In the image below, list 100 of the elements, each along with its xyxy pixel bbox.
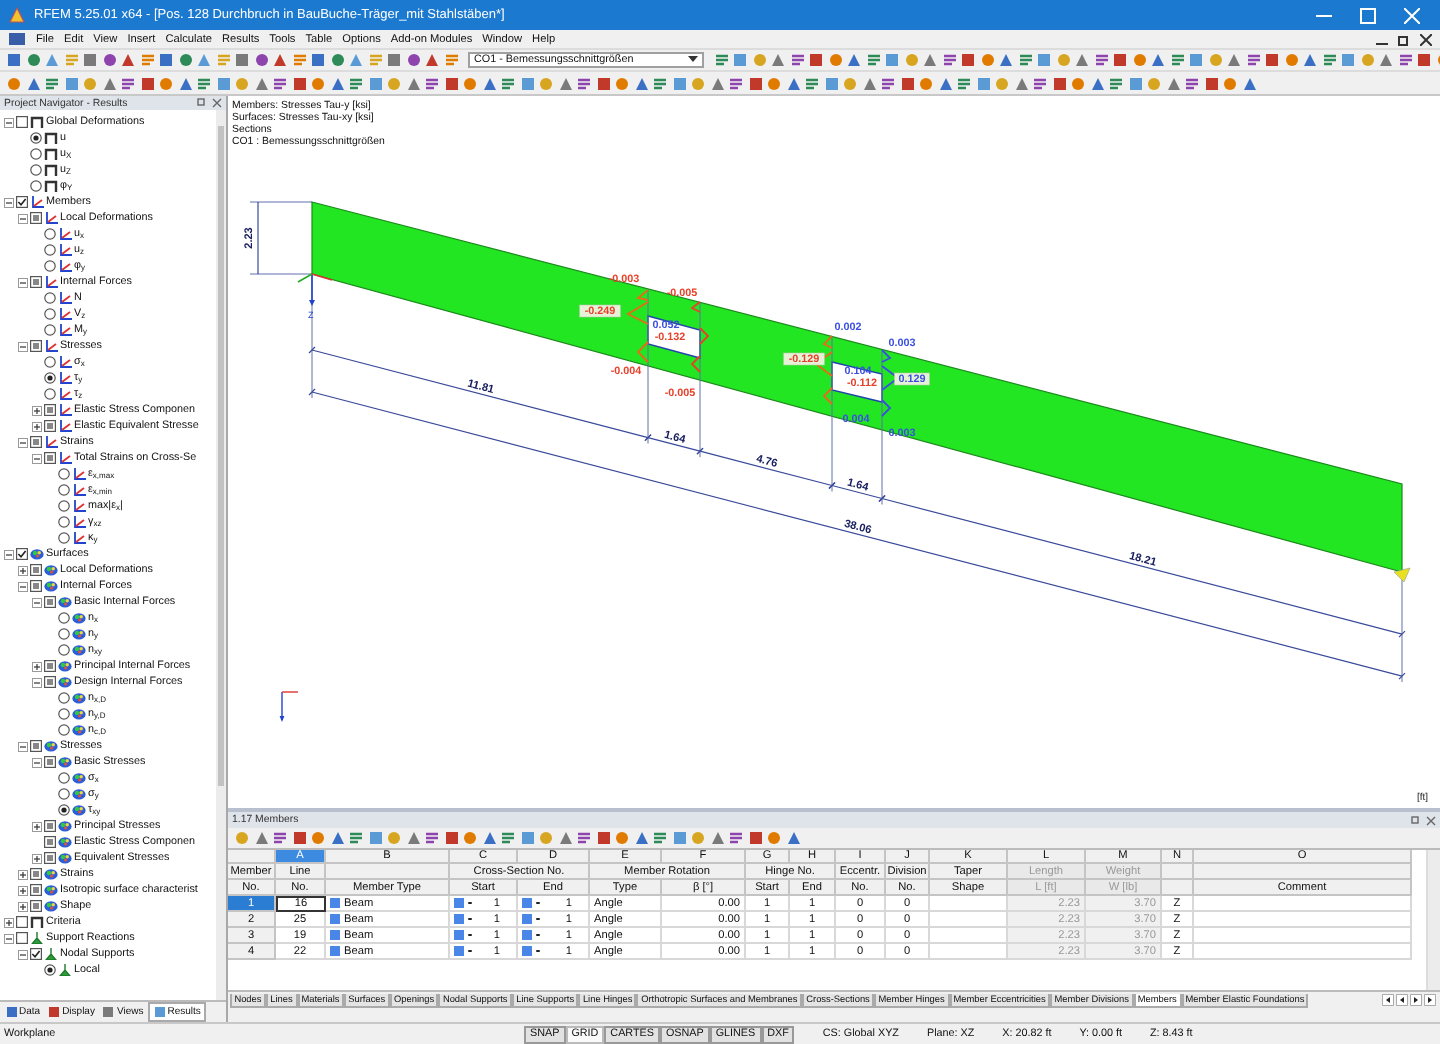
toolbar-icon[interactable] (348, 830, 364, 846)
toolbar-icon[interactable] (1397, 52, 1413, 68)
checkbox[interactable] (44, 756, 56, 768)
radio-button[interactable] (58, 612, 70, 624)
expander-icon[interactable] (32, 853, 42, 863)
toolbar-icon[interactable] (1032, 75, 1048, 91)
toolbar-icon[interactable] (1184, 75, 1200, 91)
expander-icon[interactable] (18, 213, 28, 223)
checkbox[interactable] (30, 340, 42, 352)
toolbar-icon[interactable] (1093, 52, 1109, 68)
checkbox[interactable] (44, 852, 56, 864)
checkbox[interactable] (30, 948, 42, 960)
radio-button[interactable] (44, 308, 56, 320)
checkbox[interactable] (16, 916, 28, 928)
document-icon[interactable] (8, 32, 26, 46)
radio-button[interactable] (44, 324, 56, 336)
tab-scroll-icon[interactable] (1424, 994, 1436, 1006)
checkbox[interactable] (30, 564, 42, 576)
expander-icon[interactable] (18, 565, 28, 575)
radio-button[interactable] (44, 228, 56, 240)
radio-button[interactable] (58, 724, 70, 736)
checkbox[interactable] (30, 740, 42, 752)
expander-icon[interactable] (32, 661, 42, 671)
restore-icon[interactable] (1398, 33, 1410, 45)
toolbar-icon[interactable] (941, 52, 957, 68)
toolbar-icon[interactable] (500, 75, 516, 91)
radio-button[interactable] (58, 692, 70, 704)
expander-icon[interactable] (18, 741, 28, 751)
checkbox[interactable] (16, 196, 28, 208)
checkbox[interactable] (44, 596, 56, 608)
scrollbar[interactable] (216, 110, 226, 1000)
expander-icon[interactable] (18, 581, 28, 591)
expander-icon[interactable] (32, 453, 42, 463)
radio-button[interactable] (30, 148, 42, 160)
checkbox[interactable] (44, 676, 56, 688)
expander-icon[interactable] (18, 341, 28, 351)
tab-scroll-icon[interactable] (1410, 994, 1422, 1006)
toolbar-icon[interactable] (500, 830, 516, 846)
toolbar-icon[interactable] (728, 75, 744, 91)
radio-button[interactable] (44, 292, 56, 304)
radio-button[interactable] (58, 708, 70, 720)
expander-icon[interactable] (4, 197, 14, 207)
toolbar-icon[interactable] (1169, 52, 1185, 68)
toolbar-icon[interactable] (652, 830, 668, 846)
toolbar-icon[interactable] (789, 52, 805, 68)
toolbar-icon[interactable] (576, 830, 592, 846)
tab-scroll-icon[interactable] (1382, 994, 1394, 1006)
expander-icon[interactable] (32, 757, 42, 767)
checkbox[interactable] (30, 276, 42, 288)
pin-icon[interactable] (196, 98, 206, 108)
radio-button[interactable] (58, 468, 70, 480)
expander-icon[interactable] (32, 821, 42, 831)
toolbar-icon[interactable] (1017, 52, 1033, 68)
radio-button[interactable] (58, 804, 70, 816)
checkbox[interactable] (30, 900, 42, 912)
expander-icon[interactable] (18, 277, 28, 287)
checkbox[interactable] (30, 868, 42, 880)
expander-icon[interactable] (18, 869, 28, 879)
expander-icon[interactable] (4, 933, 14, 943)
toolbar-icon[interactable] (291, 52, 307, 68)
radio-button[interactable] (44, 372, 56, 384)
checkbox[interactable] (30, 580, 42, 592)
toolbar-icon[interactable] (804, 75, 820, 91)
checkbox[interactable] (44, 836, 56, 848)
radio-button[interactable] (30, 132, 42, 144)
radio-button[interactable] (30, 180, 42, 192)
toolbar-icon[interactable] (880, 75, 896, 91)
close-icon[interactable] (1420, 33, 1432, 45)
toolbar-icon[interactable] (272, 75, 288, 91)
expander-icon[interactable] (18, 901, 28, 911)
radio-button[interactable] (58, 516, 70, 528)
radio-button[interactable] (58, 644, 70, 656)
toolbar-icon[interactable] (713, 52, 729, 68)
radio-button[interactable] (58, 772, 70, 784)
toolbar-icon[interactable] (424, 830, 440, 846)
checkbox[interactable] (44, 660, 56, 672)
expander-icon[interactable] (32, 677, 42, 687)
radio-button[interactable] (58, 500, 70, 512)
radio-button[interactable] (44, 964, 56, 976)
checkbox[interactable] (44, 452, 56, 464)
pin-icon[interactable] (1410, 815, 1420, 825)
checkbox[interactable] (44, 404, 56, 416)
expander-icon[interactable] (32, 597, 42, 607)
radio-button[interactable] (30, 164, 42, 176)
radio-button[interactable] (44, 356, 56, 368)
toolbar-icon[interactable] (865, 52, 881, 68)
expander-icon[interactable] (18, 437, 28, 447)
expander-icon[interactable] (32, 405, 42, 415)
expander-icon[interactable] (4, 917, 14, 927)
toolbar-icon[interactable] (576, 75, 592, 91)
toolbar-icon[interactable] (139, 52, 155, 68)
checkbox[interactable] (30, 212, 42, 224)
tab-scroll-icon[interactable] (1396, 994, 1408, 1006)
expander-icon[interactable] (4, 549, 14, 559)
scrollbar[interactable] (1426, 850, 1440, 990)
maximize-icon[interactable] (1360, 7, 1376, 23)
radio-button[interactable] (44, 388, 56, 400)
toolbar-icon[interactable] (348, 75, 364, 91)
checkbox[interactable] (16, 932, 28, 944)
checkbox[interactable] (30, 436, 42, 448)
